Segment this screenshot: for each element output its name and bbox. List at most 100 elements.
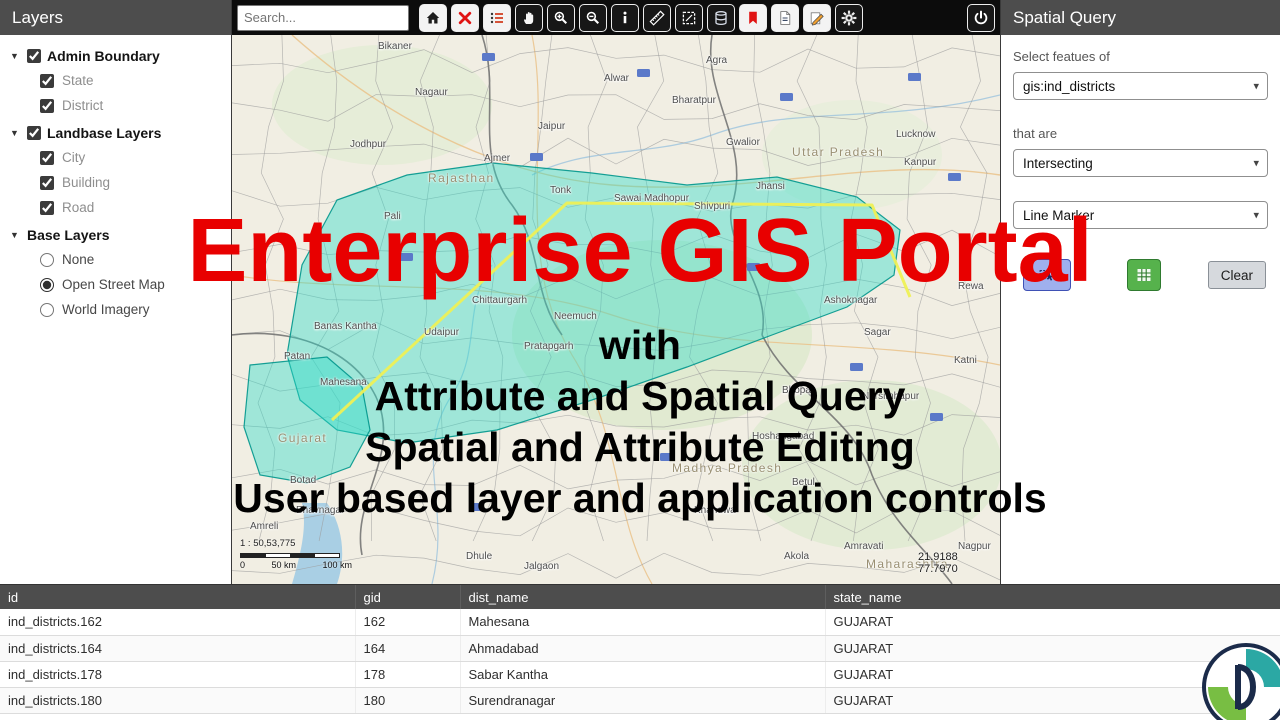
- scale-box: 1 : 50,53,775 0 50 km 100 km: [240, 538, 352, 570]
- layer-item-label: City: [62, 150, 86, 165]
- attribute-table-body: ind_districts.162 162 Mahesana GUJARAT ind_d…: [0, 609, 1280, 714]
- scale-label: 50 km: [271, 560, 296, 570]
- export-button[interactable]: [771, 3, 799, 32]
- table-cell: 180: [355, 687, 461, 714]
- ruler-icon: [649, 10, 665, 26]
- caret-down-icon[interactable]: ▼: [10, 51, 21, 61]
- table-cell: Ahmadabad: [460, 635, 826, 662]
- layer-select[interactable]: gis:ind_districts ▾: [1013, 72, 1268, 100]
- scale-bar-labels: 0 50 km 100 km: [240, 560, 352, 570]
- column-header: id: [0, 585, 356, 609]
- column-header: dist_name: [460, 585, 826, 609]
- table-cell: 178: [355, 661, 461, 688]
- home-icon: [425, 10, 441, 26]
- layer-checkbox[interactable]: [40, 175, 54, 190]
- flag-icon: [745, 10, 761, 26]
- zoom-out-button[interactable]: [579, 3, 607, 32]
- layer-item-state[interactable]: State: [0, 68, 231, 93]
- gear-icon: [841, 10, 857, 26]
- overlay-line: Attribute and Spatial Query: [374, 373, 906, 419]
- overlay-line: Spatial and Attribute Editing: [365, 424, 915, 470]
- layer-item-city[interactable]: City: [0, 145, 231, 170]
- measure-distance-button[interactable]: [643, 3, 671, 32]
- table-row[interactable]: ind_districts.162 162 Mahesana GUJARAT: [0, 609, 1280, 636]
- layer-item-district[interactable]: District: [0, 93, 231, 118]
- layer-checkbox[interactable]: [40, 73, 54, 88]
- table-cell: ind_districts.178: [0, 661, 356, 688]
- table-cell: ind_districts.162: [0, 609, 356, 636]
- layer-group-label: Admin Boundary: [47, 48, 160, 64]
- layers-data-button[interactable]: [707, 3, 735, 32]
- identify-button[interactable]: [611, 3, 639, 32]
- clear-selection-button[interactable]: [451, 3, 479, 32]
- layer-item-label: World Imagery: [62, 302, 150, 317]
- table-cell: Surendranagar: [460, 687, 826, 714]
- caret-down-icon[interactable]: ▼: [10, 128, 21, 138]
- ad-logo: [1198, 639, 1280, 720]
- zoom-in-button[interactable]: [547, 3, 575, 32]
- table-cell: 164: [355, 635, 461, 662]
- layer-group-admin-boundary: ▼ Admin Boundary: [0, 41, 231, 68]
- table-header-row: id gid dist_name state_name: [0, 585, 1280, 609]
- overlay-title: Enterprise GIS Portal: [187, 201, 1093, 301]
- edit-button[interactable]: [803, 3, 831, 32]
- layer-item-building[interactable]: Building: [0, 170, 231, 195]
- spatial-query-header: Spatial Query: [1001, 0, 1280, 35]
- column-header: state_name: [825, 585, 1280, 609]
- layer-item-label: State: [62, 73, 94, 88]
- column-header: gid: [355, 585, 461, 609]
- hand-icon: [521, 10, 537, 26]
- layer-group-label: Landbase Layers: [47, 125, 162, 141]
- document-icon: [777, 10, 793, 26]
- table-cell: GUJARAT: [825, 609, 1280, 636]
- table-cell: ind_districts.164: [0, 635, 356, 662]
- bookmark-button[interactable]: [739, 3, 767, 32]
- legend-button[interactable]: [483, 3, 511, 32]
- overlay-subtitle: with Attribute and Spatial Query Spatial…: [0, 320, 1280, 524]
- layer-item-label: District: [62, 98, 104, 113]
- layer-item-label: Building: [62, 175, 111, 190]
- power-slot: [967, 3, 995, 32]
- list-icon: [489, 10, 505, 26]
- layer-checkbox[interactable]: [40, 150, 54, 165]
- toolbar-buttons: [419, 3, 863, 32]
- power-icon: [973, 10, 989, 26]
- scale-label: 100 km: [322, 560, 352, 570]
- group-checkbox[interactable]: [27, 126, 41, 140]
- search-input[interactable]: [237, 4, 409, 31]
- overlay-line: User based layer and application control…: [233, 475, 1047, 521]
- that-are-label: that are: [1013, 126, 1058, 141]
- table-cell: ind_districts.180: [0, 687, 356, 714]
- measure-area-button[interactable]: [675, 3, 703, 32]
- table-row[interactable]: ind_districts.164 164 Ahmadabad GUJARAT: [0, 635, 1280, 662]
- relation-select[interactable]: Intersecting ▾: [1013, 149, 1268, 177]
- map-coordinates: 21.9188 77.7970: [918, 551, 958, 575]
- table-cell: Sabar Kantha: [460, 661, 826, 688]
- map-scale-ratio: 1 : 50,53,775: [240, 538, 296, 549]
- table-cell: Mahesana: [460, 609, 826, 636]
- table-cell: 162: [355, 609, 461, 636]
- basemap-radio[interactable]: [40, 302, 54, 317]
- select-features-label: Select featues of: [1013, 49, 1110, 64]
- pan-button[interactable]: [515, 3, 543, 32]
- chevron-down-icon: ▾: [1253, 80, 1259, 93]
- home-button[interactable]: [419, 3, 447, 32]
- table-row[interactable]: ind_districts.180 180 Surendranagar GUJARAT: [0, 687, 1280, 714]
- info-icon: [617, 10, 633, 26]
- layer-group-landbase-layers: ▼ Landbase Layers: [0, 118, 231, 145]
- table-row[interactable]: ind_districts.178 178 Sabar Kantha GUJARAT: [0, 661, 1280, 688]
- layers-panel-header: Layers: [0, 0, 231, 35]
- attribute-table: id gid dist_name state_name ind_districts.1…: [0, 584, 1280, 720]
- zoom-in-icon: [553, 10, 569, 26]
- edit-icon: [809, 10, 825, 26]
- scale-bar: [240, 553, 340, 558]
- red-x-icon: [457, 10, 473, 26]
- attribute-table-header: id gid dist_name state_name: [0, 585, 1280, 609]
- database-icon: [713, 10, 729, 26]
- power-button[interactable]: [967, 3, 995, 32]
- zoom-out-icon: [585, 10, 601, 26]
- group-checkbox[interactable]: [27, 49, 41, 63]
- settings-button[interactable]: [835, 3, 863, 32]
- layer-select-value: gis:ind_districts: [1023, 78, 1116, 94]
- layer-checkbox[interactable]: [40, 98, 54, 113]
